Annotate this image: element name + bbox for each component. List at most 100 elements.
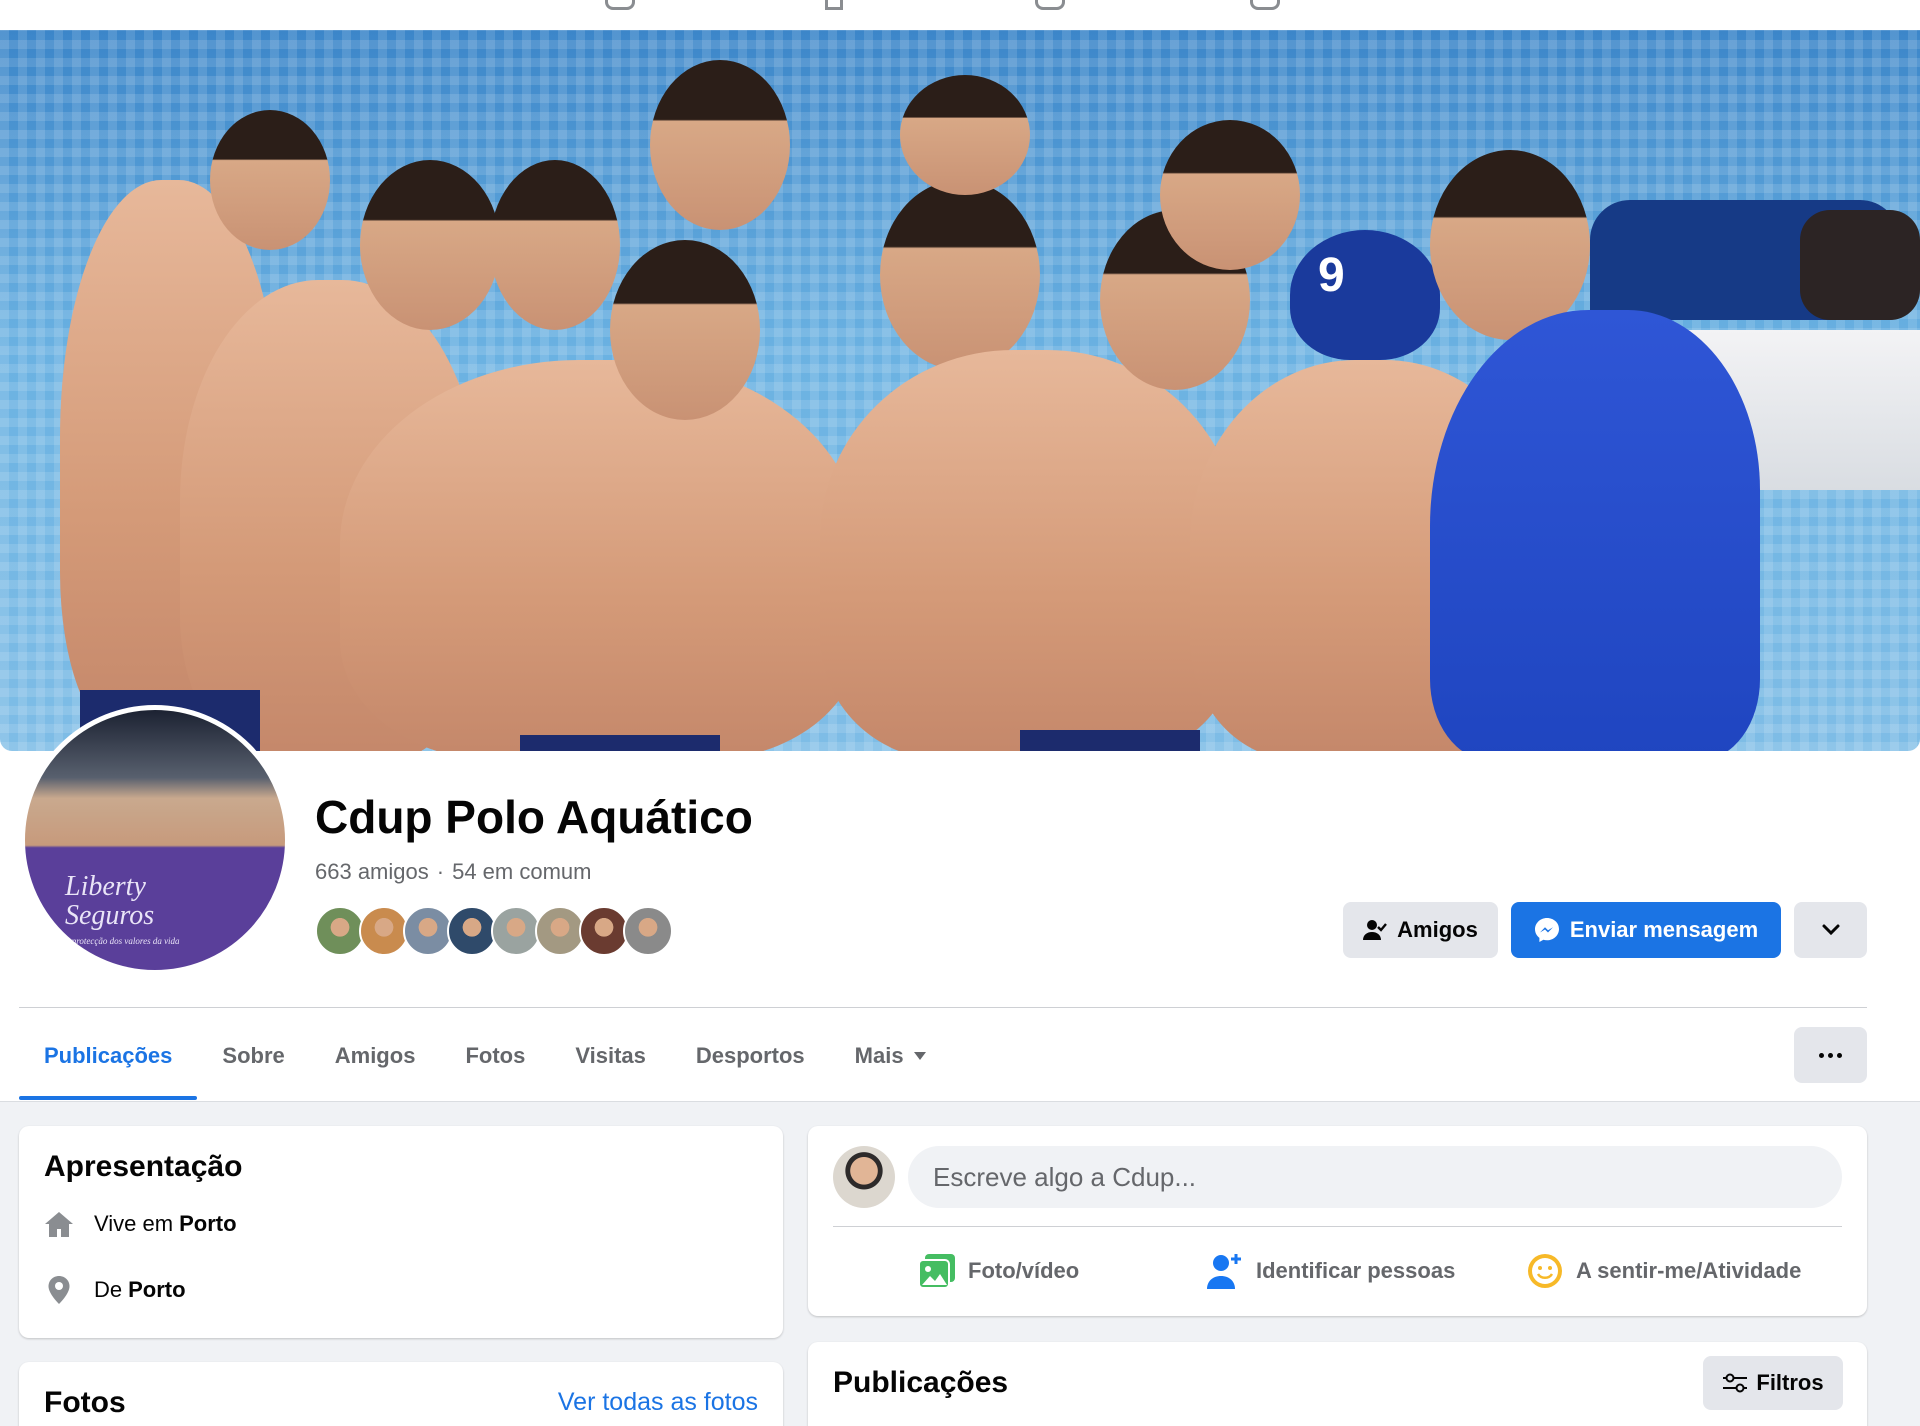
cover-trunks (520, 735, 720, 751)
separator-dot: · (436, 859, 445, 884)
post-composer: Escreve algo a Cdup... Foto/vídeo Identi… (808, 1126, 1867, 1316)
tab-visitas[interactable]: Visitas (550, 1012, 671, 1100)
home-icon (44, 1209, 74, 1239)
tag-people-button[interactable]: Identificar pessoas (1206, 1248, 1455, 1294)
mutual-friend-avatar[interactable] (623, 906, 673, 956)
photo-video-button[interactable]: Foto/vídeo (918, 1248, 1079, 1294)
top-navigation-bar (0, 0, 1920, 30)
mutual-friend-avatar[interactable] (491, 906, 541, 956)
from-row: De Porto (44, 1275, 186, 1305)
tab-publicacoes[interactable]: Publicações (19, 1012, 198, 1100)
friends-summary[interactable]: 663 amigos · 54 em comum (315, 859, 591, 885)
cover-player-head (900, 75, 1030, 195)
mutual-friend-avatar[interactable] (403, 906, 453, 956)
sliders-icon (1722, 1372, 1748, 1394)
tab-desportos[interactable]: Desportos (671, 1012, 830, 1100)
photo-icon (918, 1253, 956, 1289)
cover-player (340, 360, 860, 751)
cover-player-head (650, 60, 790, 230)
from-label: De (94, 1277, 123, 1302)
avatar-banner: Liberty Seguros a protecção dos valores … (65, 872, 180, 946)
send-message-label: Enviar mensagem (1569, 917, 1759, 942)
groups-nav-icon[interactable] (1250, 0, 1280, 10)
mutual-friend-avatar[interactable] (447, 906, 497, 956)
tab-label: Desportos (695, 1043, 805, 1068)
cover-player-head (360, 160, 500, 330)
home-nav-icon[interactable] (605, 0, 635, 10)
feeling-activity-button[interactable]: A sentir-me/Atividade (1526, 1248, 1801, 1294)
posts-card: Publicações Filtros (808, 1342, 1867, 1426)
messenger-icon (1534, 917, 1560, 943)
feeling-activity-label: A sentir-me/Atividade (1576, 1258, 1802, 1283)
tab-label: Publicações (44, 1043, 173, 1068)
from-city[interactable]: Porto (128, 1277, 185, 1303)
photo-video-label: Foto/vídeo (968, 1258, 1080, 1283)
photos-title: Fotos (44, 1386, 126, 1419)
photos-card: Fotos Ver todas as fotos (19, 1362, 783, 1426)
tab-amigos[interactable]: Amigos (310, 1012, 441, 1100)
avatar-banner-tagline: a protecção dos valores da vida (65, 935, 180, 946)
friends-button[interactable]: Amigos (1343, 902, 1498, 958)
more-options-dropdown-button[interactable] (1794, 902, 1867, 958)
filters-button[interactable]: Filtros (1703, 1356, 1843, 1410)
cover-player-head (490, 160, 620, 330)
mutual-friend-avatar[interactable] (359, 906, 409, 956)
cover-water-polo-cap (1290, 230, 1440, 360)
intro-title: Apresentação (44, 1150, 243, 1183)
dot-icon (1828, 1052, 1833, 1058)
filters-label: Filtros (1756, 1370, 1824, 1395)
location-pin-icon (44, 1275, 74, 1305)
dot-icon (1819, 1052, 1824, 1058)
cover-photo[interactable]: 9 (0, 30, 1920, 751)
tab-label: Sobre (222, 1043, 285, 1068)
tab-sobre[interactable]: Sobre (197, 1012, 309, 1100)
intro-card: Apresentação Vive em Porto De Porto (19, 1126, 783, 1338)
tab-label: Amigos (334, 1043, 416, 1068)
lives-in-city[interactable]: Porto (179, 1211, 236, 1237)
more-actions-button[interactable] (1794, 1027, 1867, 1083)
profile-avatar[interactable]: Liberty Seguros a protecção dos valores … (20, 705, 290, 975)
cover-player-head (880, 180, 1040, 370)
send-message-button[interactable]: Enviar mensagem (1511, 902, 1781, 958)
cover-player-head (610, 240, 760, 420)
friends-button-label: Amigos (1397, 917, 1478, 942)
cover-trunks (1020, 730, 1200, 751)
lives-in-label: Vive em (94, 1211, 174, 1236)
see-all-photos-link[interactable]: Ver todas as fotos (558, 1388, 758, 1417)
chevron-down-icon (1821, 917, 1841, 943)
friend-check-icon (1363, 919, 1388, 941)
profile-name: Cdup Polo Aquático (315, 791, 753, 843)
tab-label: Visitas (575, 1043, 646, 1068)
marketplace-nav-icon[interactable] (1035, 0, 1065, 10)
posts-title: Publicações (833, 1366, 1009, 1399)
cover-player-head (210, 110, 330, 250)
cover-bag-dark (1800, 210, 1920, 320)
mutual-friends-avatars[interactable] (315, 906, 673, 958)
mutual-count[interactable]: 54 em comum (452, 859, 591, 884)
composer-divider (833, 1226, 1842, 1227)
friends-count[interactable]: 663 amigos (315, 859, 429, 884)
caret-down-icon (913, 1052, 926, 1060)
cover-cap-number: 9 (1318, 249, 1345, 302)
composer-input[interactable]: Escreve algo a Cdup... (908, 1146, 1842, 1208)
lives-in-row: Vive em Porto (44, 1209, 237, 1239)
tag-people-icon (1206, 1252, 1244, 1290)
cover-player-head (1160, 120, 1300, 270)
smiley-icon (1526, 1252, 1564, 1290)
avatar-banner-line1: Liberty (65, 871, 146, 902)
mutual-friend-avatar[interactable] (315, 906, 365, 956)
tag-people-label: Identificar pessoas (1256, 1258, 1456, 1283)
tab-mais[interactable]: Mais (830, 1012, 951, 1100)
profile-tabs: Publicações Sobre Amigos Fotos Visitas Despor… (19, 1012, 951, 1100)
tab-label: Mais (854, 1043, 904, 1068)
header-divider (19, 1007, 1867, 1008)
mutual-friend-avatar[interactable] (535, 906, 585, 956)
tab-label: Fotos (465, 1043, 526, 1068)
watch-nav-icon[interactable] (825, 0, 843, 10)
tab-fotos[interactable]: Fotos (440, 1012, 550, 1100)
current-user-avatar[interactable] (833, 1146, 895, 1208)
cover-player (820, 350, 1240, 751)
cover-blue-shirt-player (1430, 310, 1760, 751)
mutual-friend-avatar[interactable] (579, 906, 629, 956)
dot-icon (1837, 1052, 1842, 1058)
